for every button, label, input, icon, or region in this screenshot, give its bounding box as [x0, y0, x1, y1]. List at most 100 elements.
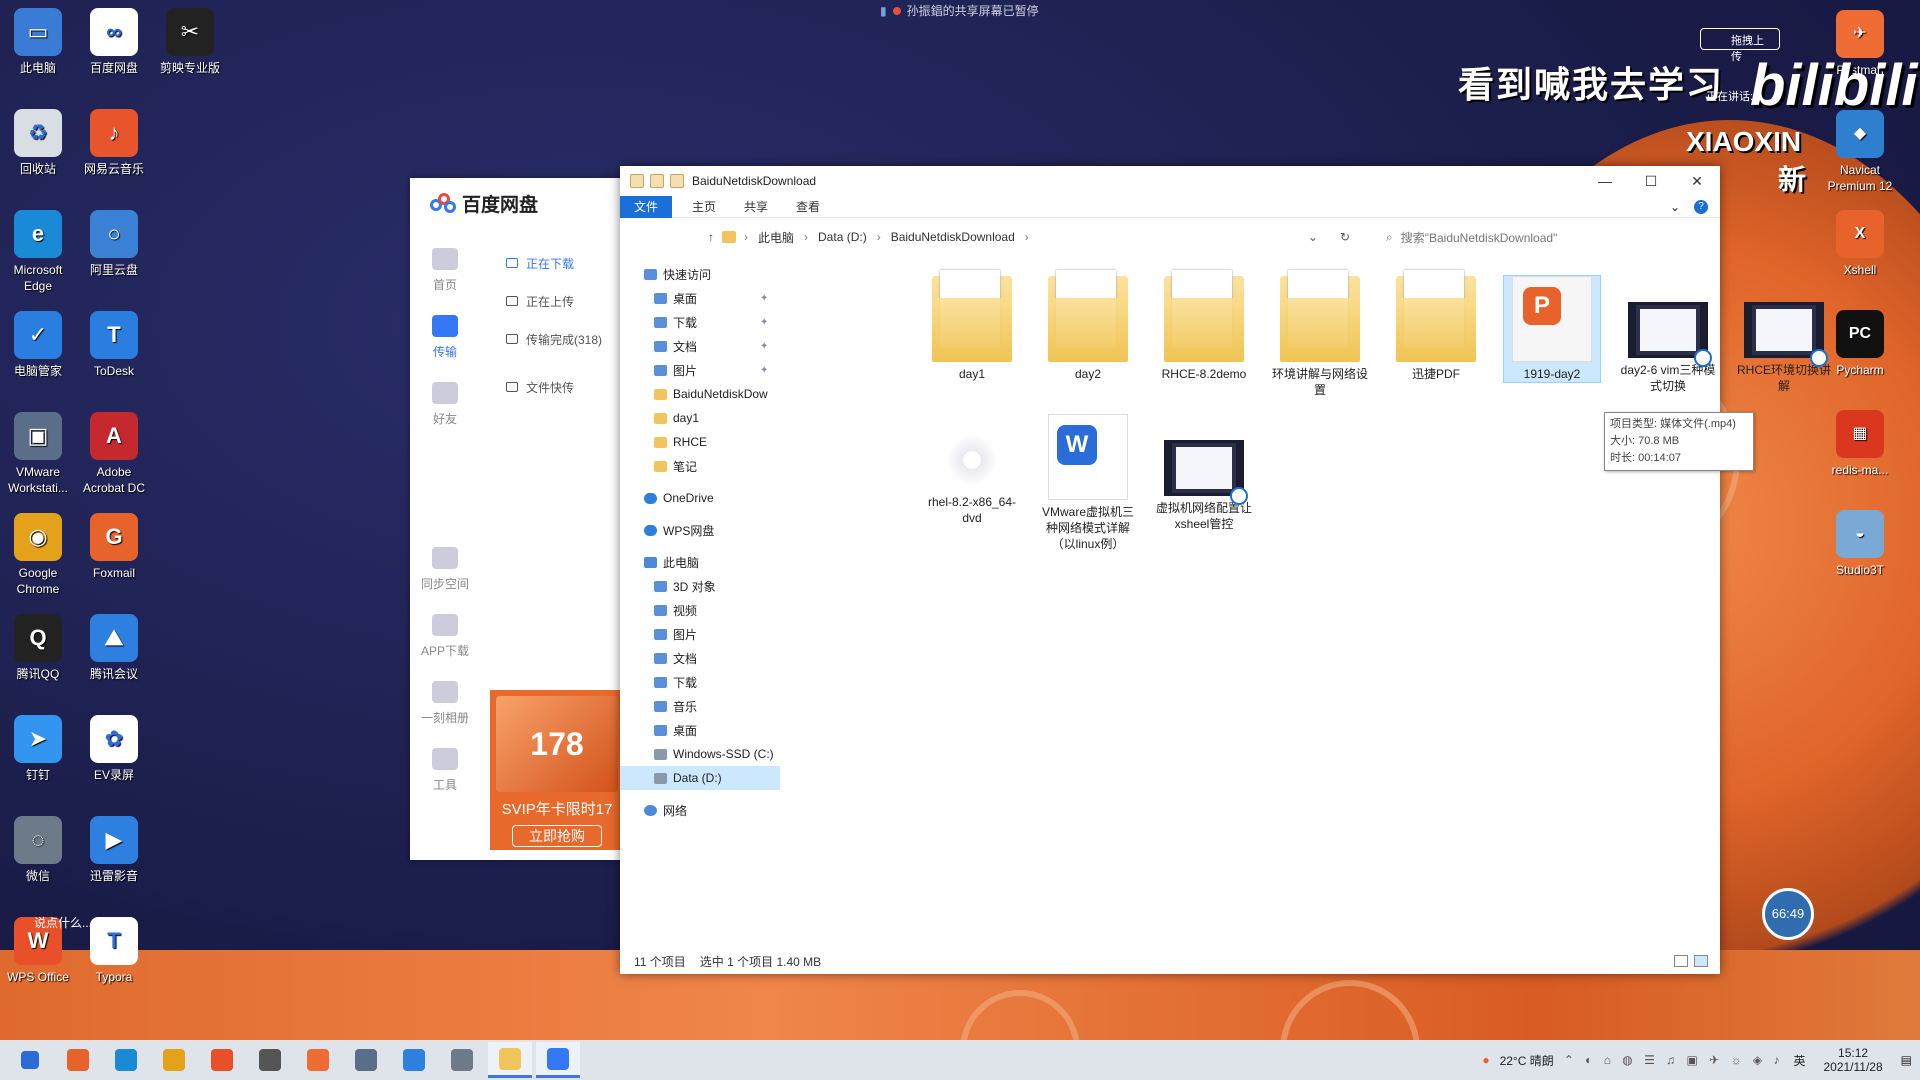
nav-item[interactable]: Windows-SSD (C:): [620, 742, 780, 766]
baidu-nav-item[interactable]: 首页: [410, 248, 480, 293]
taskbar-explorer-button[interactable]: [488, 1042, 532, 1078]
nav-item[interactable]: 3D 对象: [620, 574, 780, 598]
properties-icon[interactable]: [650, 174, 664, 188]
taskbar-tencent-meeting-button[interactable]: [392, 1042, 436, 1078]
nav-item[interactable]: 下载: [620, 670, 780, 694]
refresh-icon[interactable]: ↻: [1340, 230, 1350, 244]
transfer-item[interactable]: 传输完成(318): [506, 320, 602, 358]
desktop-icon[interactable]: ✿ EV录屏: [77, 715, 151, 783]
nav-item[interactable]: 笔记: [620, 454, 780, 478]
expand-ribbon-icon[interactable]: ⌄: [1670, 200, 1680, 214]
tab-home[interactable]: 主页: [678, 196, 730, 218]
nav-item[interactable]: 网络: [620, 798, 780, 822]
desktop-icon[interactable]: ▶ 迅雷影音: [77, 816, 151, 884]
desktop-icon[interactable]: ▭ 此电脑: [1, 8, 75, 76]
desktop-icon[interactable]: ▦ redis-ma...: [1822, 410, 1898, 478]
breadcrumb-this-pc[interactable]: 此电脑: [758, 229, 794, 246]
taskbar-wps-button[interactable]: [200, 1042, 244, 1078]
nav-item[interactable]: OneDrive: [620, 486, 780, 510]
taskbar-typora-button[interactable]: [248, 1042, 292, 1078]
desktop-icon[interactable]: ♻ 回收站: [1, 109, 75, 177]
up-arrow-icon[interactable]: ↑: [708, 230, 714, 244]
file-item[interactable]: 迅捷PDF: [1388, 270, 1484, 382]
taskbar-vmware-button[interactable]: [344, 1042, 388, 1078]
breadcrumb-data-drive[interactable]: Data (D:): [818, 230, 867, 244]
tab-share[interactable]: 共享: [730, 196, 782, 218]
maximize-button[interactable]: ☐: [1628, 166, 1674, 196]
nav-item[interactable]: 桌面: [620, 718, 780, 742]
nav-item[interactable]: 图片: [620, 622, 780, 646]
chat-hint[interactable]: 说点什么...: [34, 914, 92, 931]
recording-timer[interactable]: 66:49: [1762, 888, 1814, 940]
close-button[interactable]: ✕: [1674, 166, 1720, 196]
taskbar-search-button[interactable]: [56, 1042, 100, 1078]
nav-item[interactable]: 下载 ✦: [620, 310, 780, 334]
search-box[interactable]: ⌕ 搜索"BaiduNetdiskDownload": [1386, 229, 1706, 246]
baidu-nav-item[interactable]: APP下载: [410, 614, 480, 659]
file-item[interactable]: 环境讲解与网络设置: [1272, 270, 1368, 398]
desktop-icon[interactable]: G Foxmail: [77, 513, 151, 581]
nav-item[interactable]: 文档 ✦: [620, 334, 780, 358]
nav-item[interactable]: RHCE: [620, 430, 780, 454]
taskbar-postman-button[interactable]: [296, 1042, 340, 1078]
file-item[interactable]: P 1919-day2: [1503, 275, 1601, 383]
desktop-icon[interactable]: ∞ 百度网盘: [77, 8, 151, 76]
file-item[interactable]: RHCE环境切换讲解: [1736, 276, 1832, 394]
file-item[interactable]: day2-6 vim三种模式切换: [1620, 276, 1716, 394]
file-item[interactable]: rhel-8.2-x86_64-dvd: [924, 414, 1020, 526]
nav-item[interactable]: WPS网盘: [620, 518, 780, 542]
transfer-item[interactable]: 正在上传: [506, 282, 602, 320]
nav-item[interactable]: day1: [620, 406, 780, 430]
taskbar-baidu-netdisk-button[interactable]: [536, 1042, 580, 1078]
svip-promo[interactable]: 178 SVIP年卡限时17 立即抢购: [490, 690, 624, 850]
desktop-icon[interactable]: ♪ 网易云音乐: [77, 109, 151, 177]
taskbar-start-button[interactable]: [8, 1042, 52, 1078]
tab-file[interactable]: 文件: [620, 195, 673, 218]
baidu-nav-item[interactable]: 传输: [410, 315, 480, 360]
desktop-icon[interactable]: ➤ 钉钉: [1, 715, 75, 783]
desktop-icon[interactable]: ⛰ 腾讯会议: [77, 614, 151, 682]
desktop-icon[interactable]: ◉ Google Chrome: [1, 513, 75, 597]
taskbar-wechat-button[interactable]: [440, 1042, 484, 1078]
taskbar-edge-button[interactable]: [104, 1042, 148, 1078]
desktop-icon[interactable]: ◌ 微信: [1, 816, 75, 884]
notification-icon[interactable]: ▤: [1901, 1053, 1912, 1067]
breadcrumb[interactable]: › 此电脑 › Data (D:) › BaiduNetdiskDownload…: [744, 229, 1029, 246]
desktop-icon[interactable]: ✓ 电脑管家: [1, 311, 75, 379]
nav-item[interactable]: 图片 ✦: [620, 358, 780, 382]
desktop-icon[interactable]: X Xshell: [1822, 210, 1898, 278]
desktop-icon[interactable]: ✂ 剪映专业版: [153, 8, 227, 76]
file-item[interactable]: day1: [924, 270, 1020, 382]
help-icon[interactable]: ?: [1694, 199, 1708, 214]
file-item[interactable]: RHCE-8.2demo: [1156, 270, 1252, 382]
file-item[interactable]: day2: [1040, 270, 1136, 382]
tray-icons[interactable]: ⌃ ◐ ⌂ ◍ ☰ ♫ ▣ ✈ ☼ ◈ ♪: [1564, 1053, 1784, 1067]
minimize-button[interactable]: —: [1582, 166, 1628, 196]
nav-item[interactable]: 音乐: [620, 694, 780, 718]
baidu-nav-item[interactable]: 好友: [410, 382, 480, 427]
nav-item[interactable]: 视频: [620, 598, 780, 622]
nav-item[interactable]: Data (D:): [620, 766, 780, 790]
transfer-item[interactable]: 文件快传: [506, 368, 602, 406]
desktop-icon[interactable]: Q 腾讯QQ: [1, 614, 75, 682]
tab-view[interactable]: 查看: [782, 196, 834, 218]
promo-buy-button[interactable]: 立即抢购: [512, 825, 602, 847]
desktop-icon[interactable]: ◒ Studio3T: [1822, 510, 1898, 578]
desktop-icon[interactable]: T ToDesk: [77, 311, 151, 379]
desktop-icon[interactable]: PC Pycharm: [1822, 310, 1898, 378]
nav-item[interactable]: 桌面 ✦: [620, 286, 780, 310]
large-icons-view-icon[interactable]: [1694, 955, 1708, 967]
baidu-nav-item[interactable]: 工具: [410, 748, 480, 793]
nav-item[interactable]: 快速访问: [620, 262, 780, 286]
transfer-item[interactable]: 正在下载: [506, 244, 602, 282]
desktop-icon[interactable]: ◆ Navicat Premium 12: [1822, 110, 1898, 194]
desktop-icon[interactable]: ▣ VMware Workstati...: [1, 412, 75, 496]
weather-text[interactable]: 22°C 晴朗: [1500, 1052, 1554, 1069]
address-dropdown-icon[interactable]: ⌄: [1308, 230, 1318, 244]
baidu-nav-item[interactable]: 同步空间: [410, 547, 480, 592]
file-item[interactable]: W VMware虚拟机三种网络模式详解（以linux例）: [1040, 414, 1136, 552]
nav-item[interactable]: BaiduNetdiskDow: [620, 382, 780, 406]
desktop-icon[interactable]: e Microsoft Edge: [1, 210, 75, 294]
new-folder-icon[interactable]: [670, 174, 684, 188]
taskbar-chrome-button[interactable]: [152, 1042, 196, 1078]
